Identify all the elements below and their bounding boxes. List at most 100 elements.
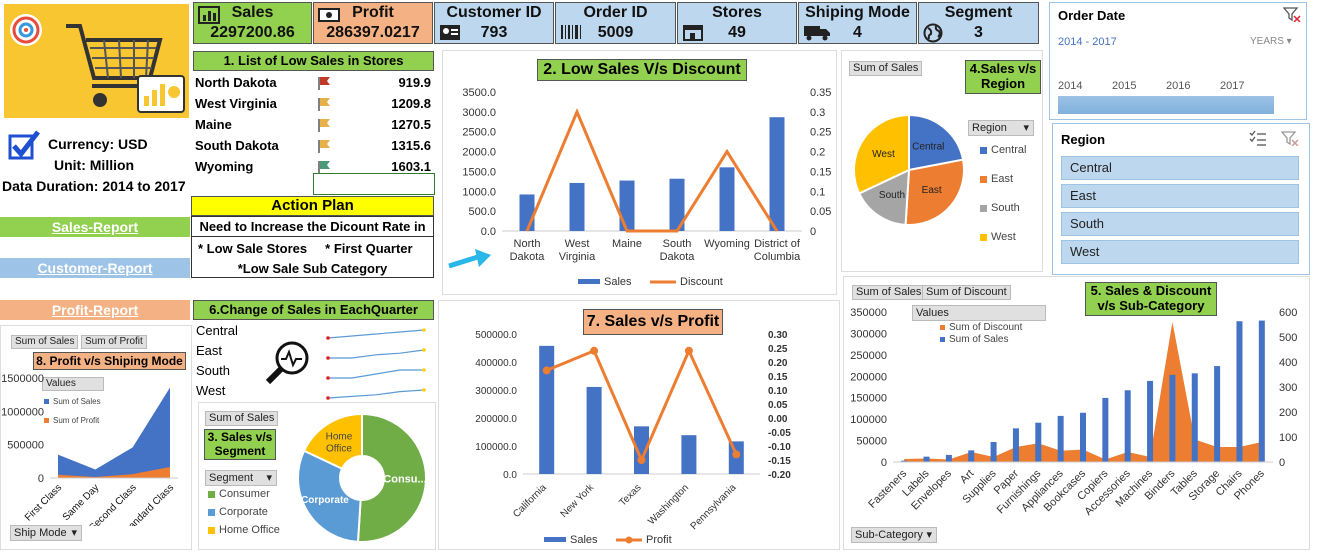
dropdown-arrow-icon: ▾ — [266, 472, 272, 484]
year-label[interactable]: 2017 — [1220, 80, 1244, 92]
y2-tick-label: 0.2 — [810, 147, 825, 159]
action-plan-line-3: *Low Sale Sub Category — [237, 261, 388, 276]
multi-select-icon[interactable] — [1249, 130, 1267, 146]
kpi-stores: Stores 49 — [677, 2, 797, 44]
y2-tick-label: 0.25 — [810, 127, 831, 139]
date-level-selector[interactable]: YEARS ▾ — [1250, 36, 1292, 47]
y2-tick-label: 0.15 — [768, 372, 788, 383]
bar-sales — [1012, 428, 1019, 462]
kpi-shipmode-title: Shiping Mode — [805, 4, 910, 21]
bar-sales — [1035, 422, 1042, 462]
low-sales-store-name: Wyoming — [195, 159, 254, 174]
arrow-right-icon — [448, 249, 491, 269]
flag-icon — [318, 77, 330, 90]
x-tick-label: South Dakota — [660, 238, 696, 263]
quarter-title: 6.Change of Sales in EachQuarter — [193, 300, 434, 320]
sales-region-title: 4.Sales v/s Region — [965, 60, 1041, 94]
legend-label: Home Office — [219, 524, 280, 536]
y-tick-label: 300000.0 — [475, 386, 517, 397]
profit-report-link[interactable]: Profit-Report — [0, 300, 190, 320]
bar-sales — [1169, 374, 1176, 462]
pill-sum-sales-segment[interactable]: Sum of Sales — [205, 411, 279, 426]
low-sales-value: 1603.1 — [391, 159, 431, 174]
segment-filter-label: Segment — [209, 472, 254, 484]
y2-tick-label: 0.20 — [768, 358, 788, 369]
dropdown-arrow-icon: ▾ — [1283, 36, 1292, 47]
year-label[interactable]: 2016 — [1166, 80, 1190, 92]
order-date-title: Order Date — [1058, 8, 1126, 23]
sales-report-link[interactable]: Sales-Report — [0, 217, 190, 237]
action-plan-line-1: Need to Increase the Dicount Rate in — [192, 219, 433, 237]
y2-tick-label: 0.15 — [810, 166, 831, 178]
sales-segment-donut: Consu... Corporate Home Office — [297, 412, 427, 543]
x-tick-label: California — [511, 482, 549, 520]
kpi-order-value: 5009 — [597, 24, 634, 41]
bar-sales — [519, 194, 535, 231]
low-sales-value: 1270.5 — [391, 117, 431, 132]
legend-item: South — [980, 202, 1020, 214]
y-tick-label: 100000.0 — [475, 442, 517, 453]
ship-mode-filter-dropdown[interactable]: Ship Mode ▾ — [10, 525, 82, 541]
sparkline-low-point — [326, 396, 330, 400]
bar-sales — [569, 182, 585, 231]
sparkline-low-point — [326, 336, 330, 340]
low-sales-discount-chart: 0.0500.01000.01500.02000.02500.03000.035… — [462, 87, 831, 288]
legend-swatch-sales — [578, 279, 600, 284]
pill-sum-sales-region[interactable]: Sum of Sales — [849, 61, 923, 76]
pie-label: Central — [912, 142, 944, 153]
region-slicer-item[interactable]: Central — [1061, 156, 1299, 180]
flag-icon — [318, 161, 330, 174]
bar-sales — [923, 456, 930, 462]
subcat-chart: 0 50000 100000 150000 200000 250000 300000 3500… — [850, 307, 1297, 518]
kpi-profit-title: Profit — [352, 4, 394, 21]
subcat-filter-label: Sub-Category — [855, 529, 923, 541]
y-tick-label: 500000.0 — [475, 330, 517, 341]
line-discount — [525, 107, 779, 233]
pill-sum-profit-ship[interactable]: Sum of Profit — [81, 335, 147, 349]
y-tick-label: 400000.0 — [475, 358, 517, 369]
low-sales-store-name: Maine — [195, 117, 232, 132]
x-tick-label: North Dakota — [510, 238, 546, 263]
region-slicer-item[interactable]: West — [1061, 240, 1299, 264]
bar-sales — [1191, 373, 1198, 462]
clear-filter-icon[interactable] — [1281, 130, 1299, 146]
pill-sum-sales-subcat[interactable]: Sum of Sales — [852, 285, 926, 300]
subcat-filter-dropdown[interactable]: Sub-Category ▾ — [851, 527, 937, 543]
pill-sum-sales-ship[interactable]: Sum of Sales — [11, 335, 79, 349]
bar-sales — [1057, 415, 1064, 462]
x-tick-label: Maine — [612, 238, 642, 250]
region-filter-dropdown[interactable]: Region ▾ — [968, 120, 1034, 136]
line-marker — [732, 450, 741, 459]
clear-filter-icon[interactable] — [1283, 6, 1301, 22]
year-label[interactable]: 2014 — [1058, 80, 1082, 92]
y2-tick-label: -0.10 — [768, 442, 791, 453]
quarter-sparklines — [326, 328, 426, 400]
kpi-profit-value: 286397.0217 — [326, 24, 420, 41]
region-slicer-item[interactable]: South — [1061, 212, 1299, 236]
donut-label: Consu... — [383, 473, 426, 485]
pill-sum-discount-subcat[interactable]: Sum of Discount — [922, 285, 1011, 300]
low-sales-store-name: West Virginia — [195, 96, 277, 111]
y2-tick-label: 100 — [1279, 432, 1297, 444]
y2-tick-label: 400 — [1279, 357, 1297, 369]
region-slicer-item[interactable]: East — [1061, 184, 1299, 208]
region-filter-label: Region — [972, 122, 1007, 134]
segment-filter-dropdown[interactable]: Segment ▾ — [205, 470, 277, 486]
legend-swatch — [208, 526, 215, 534]
kpi-stores-value: 49 — [728, 24, 746, 41]
bar-sales — [1147, 380, 1154, 462]
timeline-bar[interactable] — [1058, 96, 1274, 114]
kpi-shipmode: Shiping Mode 4 — [798, 2, 917, 44]
y2-tick-label: 0.25 — [768, 344, 788, 355]
year-label[interactable]: 2015 — [1112, 80, 1136, 92]
kpi-segment-title: Segment — [944, 4, 1013, 21]
checkbox-checked-icon — [8, 130, 40, 160]
customer-report-link[interactable]: Customer-Report — [0, 258, 190, 278]
y-tick-label: 500000 — [7, 440, 44, 452]
legend-label: Sales — [570, 534, 598, 546]
flag-icon — [318, 98, 330, 111]
quarter-region-label: South — [196, 363, 230, 378]
low-sales-discount-title: 2. Low Sales V/s Discount — [537, 59, 747, 81]
selected-cell[interactable] — [313, 173, 435, 195]
y2-tick-label: 0 — [1279, 457, 1285, 469]
